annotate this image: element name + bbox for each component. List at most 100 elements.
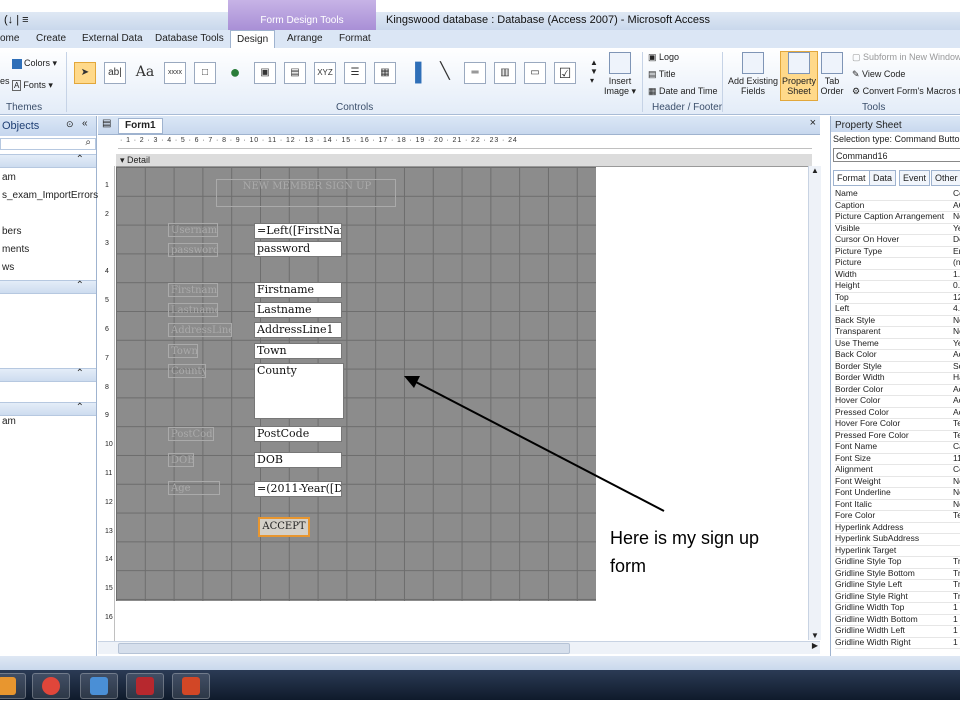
property-value[interactable]: No <box>953 487 960 499</box>
combo-box-icon[interactable]: ▦ <box>374 62 396 84</box>
nav-group-header[interactable]: ⌃ <box>0 368 96 382</box>
tab-data[interactable]: Data <box>869 170 897 186</box>
view-code-button[interactable]: ✎ View Code <box>852 69 905 80</box>
property-value[interactable]: 1 <box>953 625 958 637</box>
controls-scroll-more-icon[interactable]: ▲ ▼ ▾ <box>590 58 598 85</box>
nav-menu-dropdown-icon[interactable]: ⊙ <box>66 119 74 130</box>
tab-create[interactable]: Create <box>36 33 66 44</box>
label-control-icon[interactable]: Aa <box>134 62 156 84</box>
option-group-icon[interactable]: XYZ <box>314 62 336 84</box>
scroll-down-icon[interactable]: ▼ <box>811 631 819 640</box>
select-pointer-icon[interactable]: ➤ <box>74 62 96 84</box>
property-value[interactable]: De <box>953 234 960 246</box>
property-value[interactable]: Te <box>953 430 960 442</box>
tab-control-icon[interactable]: □ <box>194 62 216 84</box>
list-item[interactable]: am <box>2 172 16 183</box>
list-box-icon[interactable]: ▥ <box>494 62 516 84</box>
list-item[interactable]: ws <box>2 262 14 273</box>
property-value[interactable]: Tr <box>953 591 960 603</box>
horizontal-scrollbar[interactable]: ▶ <box>98 641 820 654</box>
property-value[interactable]: Ac <box>953 384 960 396</box>
property-value[interactable]: AC <box>953 200 960 212</box>
rectangle-icon[interactable]: ▭ <box>524 62 546 84</box>
list-item[interactable]: s_exam_ImportErrors <box>2 190 98 201</box>
powerpoint-taskbar-button[interactable] <box>172 673 210 699</box>
list-item[interactable]: bers <box>2 226 21 237</box>
installer-taskbar-button[interactable] <box>80 673 118 699</box>
property-value[interactable]: No <box>953 315 960 327</box>
property-row[interactable]: Gridline Width Right 1 <box>835 637 960 649</box>
fonts-button[interactable]: A Fonts ▾ <box>12 80 53 91</box>
start-button[interactable] <box>0 673 26 699</box>
tab-format[interactable]: Format <box>339 33 371 44</box>
tab-event[interactable]: Event <box>899 170 931 186</box>
property-value[interactable]: No <box>953 326 960 338</box>
tab-home[interactable]: ome <box>0 33 19 44</box>
nav-group-header[interactable]: ⌃ <box>0 402 96 416</box>
nav-group-header[interactable]: ⌃ <box>0 154 96 168</box>
insert-image-button[interactable]: Insert Image ▾ <box>602 52 638 96</box>
tab-other[interactable]: Other <box>931 170 960 186</box>
nav-search-input[interactable]: ⌕ <box>0 137 96 150</box>
property-value[interactable]: Te <box>953 510 960 522</box>
access-taskbar-button[interactable] <box>126 673 164 699</box>
property-value[interactable]: Ac <box>953 407 960 419</box>
navigation-control-icon[interactable]: ▤ <box>284 62 306 84</box>
property-value[interactable]: Co <box>953 188 960 200</box>
property-value[interactable]: Te <box>953 418 960 430</box>
property-value[interactable]: 12 <box>953 292 960 304</box>
list-item[interactable]: ments <box>2 244 29 255</box>
property-value[interactable]: So <box>953 361 960 373</box>
property-value[interactable]: Tr <box>953 579 960 591</box>
hyperlink-globe-icon[interactable]: ● <box>224 62 246 84</box>
property-value[interactable]: Tr <box>953 568 960 580</box>
toggle-button-icon[interactable]: ═ <box>464 62 486 84</box>
tab-design[interactable]: Design <box>230 30 276 49</box>
property-value[interactable]: Tr <box>953 556 960 568</box>
property-value[interactable]: 1 <box>953 602 958 614</box>
property-value[interactable]: Ca <box>953 441 960 453</box>
nav-group-header[interactable]: ⌃ <box>0 280 96 294</box>
property-value[interactable]: 11 <box>953 453 960 465</box>
web-browser-control-icon[interactable]: ▣ <box>254 62 276 84</box>
object-selector[interactable]: Command16 <box>833 148 960 162</box>
property-value[interactable]: No <box>953 211 960 223</box>
property-value[interactable]: 1 <box>953 614 958 626</box>
title-button[interactable]: ▤ Title <box>648 69 676 80</box>
date-time-button[interactable]: ▦ Date and Time <box>648 86 718 97</box>
tab-external-data[interactable]: External Data <box>82 33 143 44</box>
property-value[interactable]: Ac <box>953 349 960 361</box>
property-sheet-button[interactable]: Property Sheet <box>780 51 818 101</box>
subform-new-window-button[interactable]: ▢ Subform in New Window <box>852 52 960 63</box>
tab-arrange[interactable]: Arrange <box>287 33 323 44</box>
horizontal-scroll-thumb[interactable] <box>118 643 570 654</box>
tab-format[interactable]: Format <box>833 170 870 186</box>
list-item[interactable]: am <box>2 416 16 427</box>
property-value[interactable]: Ye <box>953 338 960 350</box>
scroll-right-icon[interactable]: ▶ <box>812 641 818 650</box>
vertical-scrollbar[interactable]: ▲ ▼ <box>808 166 821 640</box>
property-value[interactable]: Ye <box>953 223 960 235</box>
quick-access-toolbar[interactable]: (↓ | ≡ <box>4 14 29 26</box>
property-value[interactable]: 4. <box>953 303 960 315</box>
property-value[interactable]: Ac <box>953 395 960 407</box>
button-control-icon[interactable]: xxxx <box>164 62 186 84</box>
property-value[interactable]: Ha <box>953 372 960 384</box>
property-value[interactable]: 0. <box>953 280 960 292</box>
scroll-up-icon[interactable]: ▲ <box>811 166 819 175</box>
convert-macros-button[interactable]: ⚙ Convert Form's Macros t <box>852 86 960 97</box>
colors-button[interactable]: Colors ▾ <box>12 58 57 69</box>
property-value[interactable]: (n <box>953 257 960 269</box>
chart-icon[interactable]: ▐ <box>404 62 426 84</box>
textbox-control-icon[interactable]: ab| <box>104 62 126 84</box>
logo-button[interactable]: ▣ Logo <box>648 52 679 63</box>
check-box-icon[interactable]: ☑ <box>554 62 576 84</box>
add-existing-fields-button[interactable]: Add Existing Fields <box>726 52 780 96</box>
line-icon[interactable]: ╲ <box>434 62 456 84</box>
property-value[interactable]: Em <box>953 246 960 258</box>
property-value[interactable]: Ce <box>953 464 960 476</box>
tab-database-tools[interactable]: Database Tools <box>155 33 224 44</box>
chrome-taskbar-button[interactable] <box>32 673 70 699</box>
property-value[interactable]: 1. <box>953 269 960 281</box>
property-value[interactable]: No <box>953 499 960 511</box>
